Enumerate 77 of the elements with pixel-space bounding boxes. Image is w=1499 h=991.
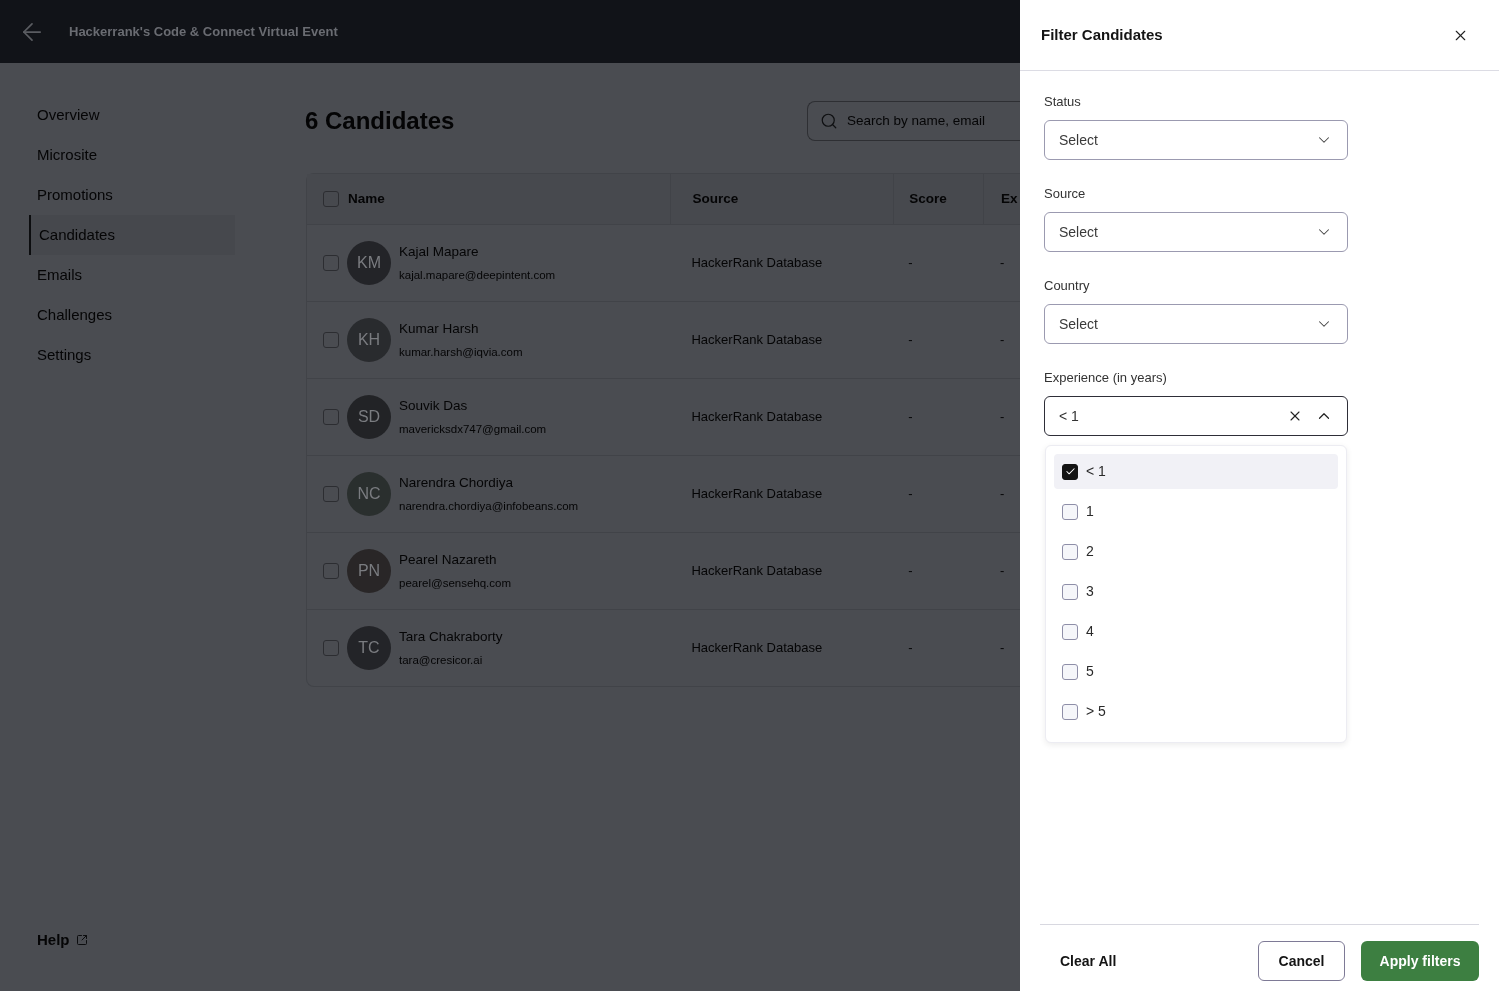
- candidate-email: tara@cresicor.ai: [399, 653, 484, 668]
- table-cell-text: HackerRank Database: [691, 562, 823, 581]
- column-header: Name: [348, 189, 385, 208]
- table-cell-text: HackerRank Database: [691, 639, 823, 658]
- field-label: Country: [1044, 277, 1091, 295]
- checkbox[interactable]: [323, 486, 339, 502]
- table-cell-text: -: [908, 639, 913, 658]
- page-heading: 6 Candidates: [305, 106, 455, 136]
- event-title: Hackerrank's Code & Connect Virtual Event: [69, 22, 338, 41]
- field-label: Status: [1044, 93, 1082, 111]
- checkbox[interactable]: [1062, 583, 1078, 600]
- panel-title: Filter Candidates: [1041, 24, 1163, 45]
- table-cell-text: -: [1000, 254, 1005, 273]
- candidate-email: mavericksdx747@gmail.com: [399, 422, 547, 437]
- avatar: KH: [347, 318, 391, 362]
- checkbox[interactable]: [323, 409, 339, 425]
- candidate-name: Pearel Nazareth: [399, 550, 498, 569]
- checkbox[interactable]: [323, 563, 339, 579]
- clear-all-button[interactable]: Clear All: [1060, 950, 1117, 972]
- candidate-email: pearel@sensehq.com: [399, 576, 512, 591]
- checkbox[interactable]: [323, 640, 339, 656]
- avatar: SD: [347, 395, 391, 439]
- check-icon: [1064, 466, 1076, 477]
- candidate-name: Narendra Chordiya: [399, 473, 515, 492]
- checkbox[interactable]: [1062, 463, 1078, 480]
- table-cell-text: HackerRank Database: [691, 408, 823, 427]
- apply-filters-button[interactable]: Apply filters: [1361, 941, 1479, 981]
- candidate-email: narendra.chordiya@infobeans.com: [399, 499, 579, 514]
- checkbox[interactable]: [1062, 503, 1078, 520]
- table-cell-text: -: [908, 331, 913, 350]
- candidate-name: Tara Chakraborty: [399, 627, 503, 646]
- candidate-name: Kumar Harsh: [399, 319, 480, 338]
- select-field[interactable]: Select: [1044, 120, 1348, 160]
- select-placeholder: Select: [1059, 222, 1099, 242]
- search-placeholder: Search by name, email: [847, 111, 986, 130]
- checkbox[interactable]: [323, 191, 339, 207]
- column-header: Ex: [1001, 189, 1018, 208]
- avatar: TC: [347, 626, 391, 670]
- avatar: NC: [347, 472, 391, 516]
- table-cell-text: -: [1000, 331, 1005, 350]
- checkbox[interactable]: [1062, 703, 1078, 720]
- select-placeholder: Select: [1059, 314, 1099, 334]
- table-cell-text: HackerRank Database: [691, 254, 823, 273]
- table-cell-text: -: [1000, 639, 1005, 658]
- dropdown-option[interactable]: < 1: [1054, 454, 1338, 489]
- field-label: Experience (in years): [1044, 369, 1168, 387]
- candidate-name: Kajal Mapare: [399, 242, 480, 261]
- avatar: PN: [347, 549, 391, 593]
- cancel-button[interactable]: Cancel: [1258, 941, 1345, 981]
- checkbox[interactable]: [1062, 623, 1078, 640]
- table-cell-text: -: [1000, 562, 1005, 581]
- candidate-name: Souvik Das: [399, 396, 469, 415]
- select-placeholder: Select: [1059, 130, 1099, 150]
- table-cell-text: -: [908, 254, 913, 273]
- select-field[interactable]: Select: [1044, 304, 1348, 344]
- select-value: < 1: [1059, 406, 1080, 426]
- field-label: Source: [1044, 185, 1087, 203]
- checkbox[interactable]: [1062, 543, 1078, 560]
- checkbox[interactable]: [1062, 663, 1078, 680]
- table-cell-text: -: [908, 485, 913, 504]
- search-icon: [820, 112, 838, 130]
- table-cell-text: HackerRank Database: [691, 331, 823, 350]
- table-cell-text: -: [1000, 485, 1005, 504]
- table-cell-text: -: [1000, 408, 1005, 427]
- table-cell-text: -: [908, 562, 913, 581]
- select-field[interactable]: < 1: [1044, 396, 1348, 436]
- avatar: KM: [347, 241, 391, 285]
- table-cell-text: HackerRank Database: [691, 485, 823, 504]
- candidate-email: kumar.harsh@iqvia.com: [399, 345, 523, 360]
- column-header: Source: [692, 189, 739, 208]
- external-link-icon[interactable]: [75, 933, 88, 946]
- column-header: Score: [909, 189, 947, 208]
- table-cell-text: -: [908, 408, 913, 427]
- checkbox[interactable]: [323, 332, 339, 348]
- candidate-email: kajal.mapare@deepintent.com: [399, 268, 556, 283]
- select-field[interactable]: Select: [1044, 212, 1348, 252]
- checkbox[interactable]: [323, 255, 339, 271]
